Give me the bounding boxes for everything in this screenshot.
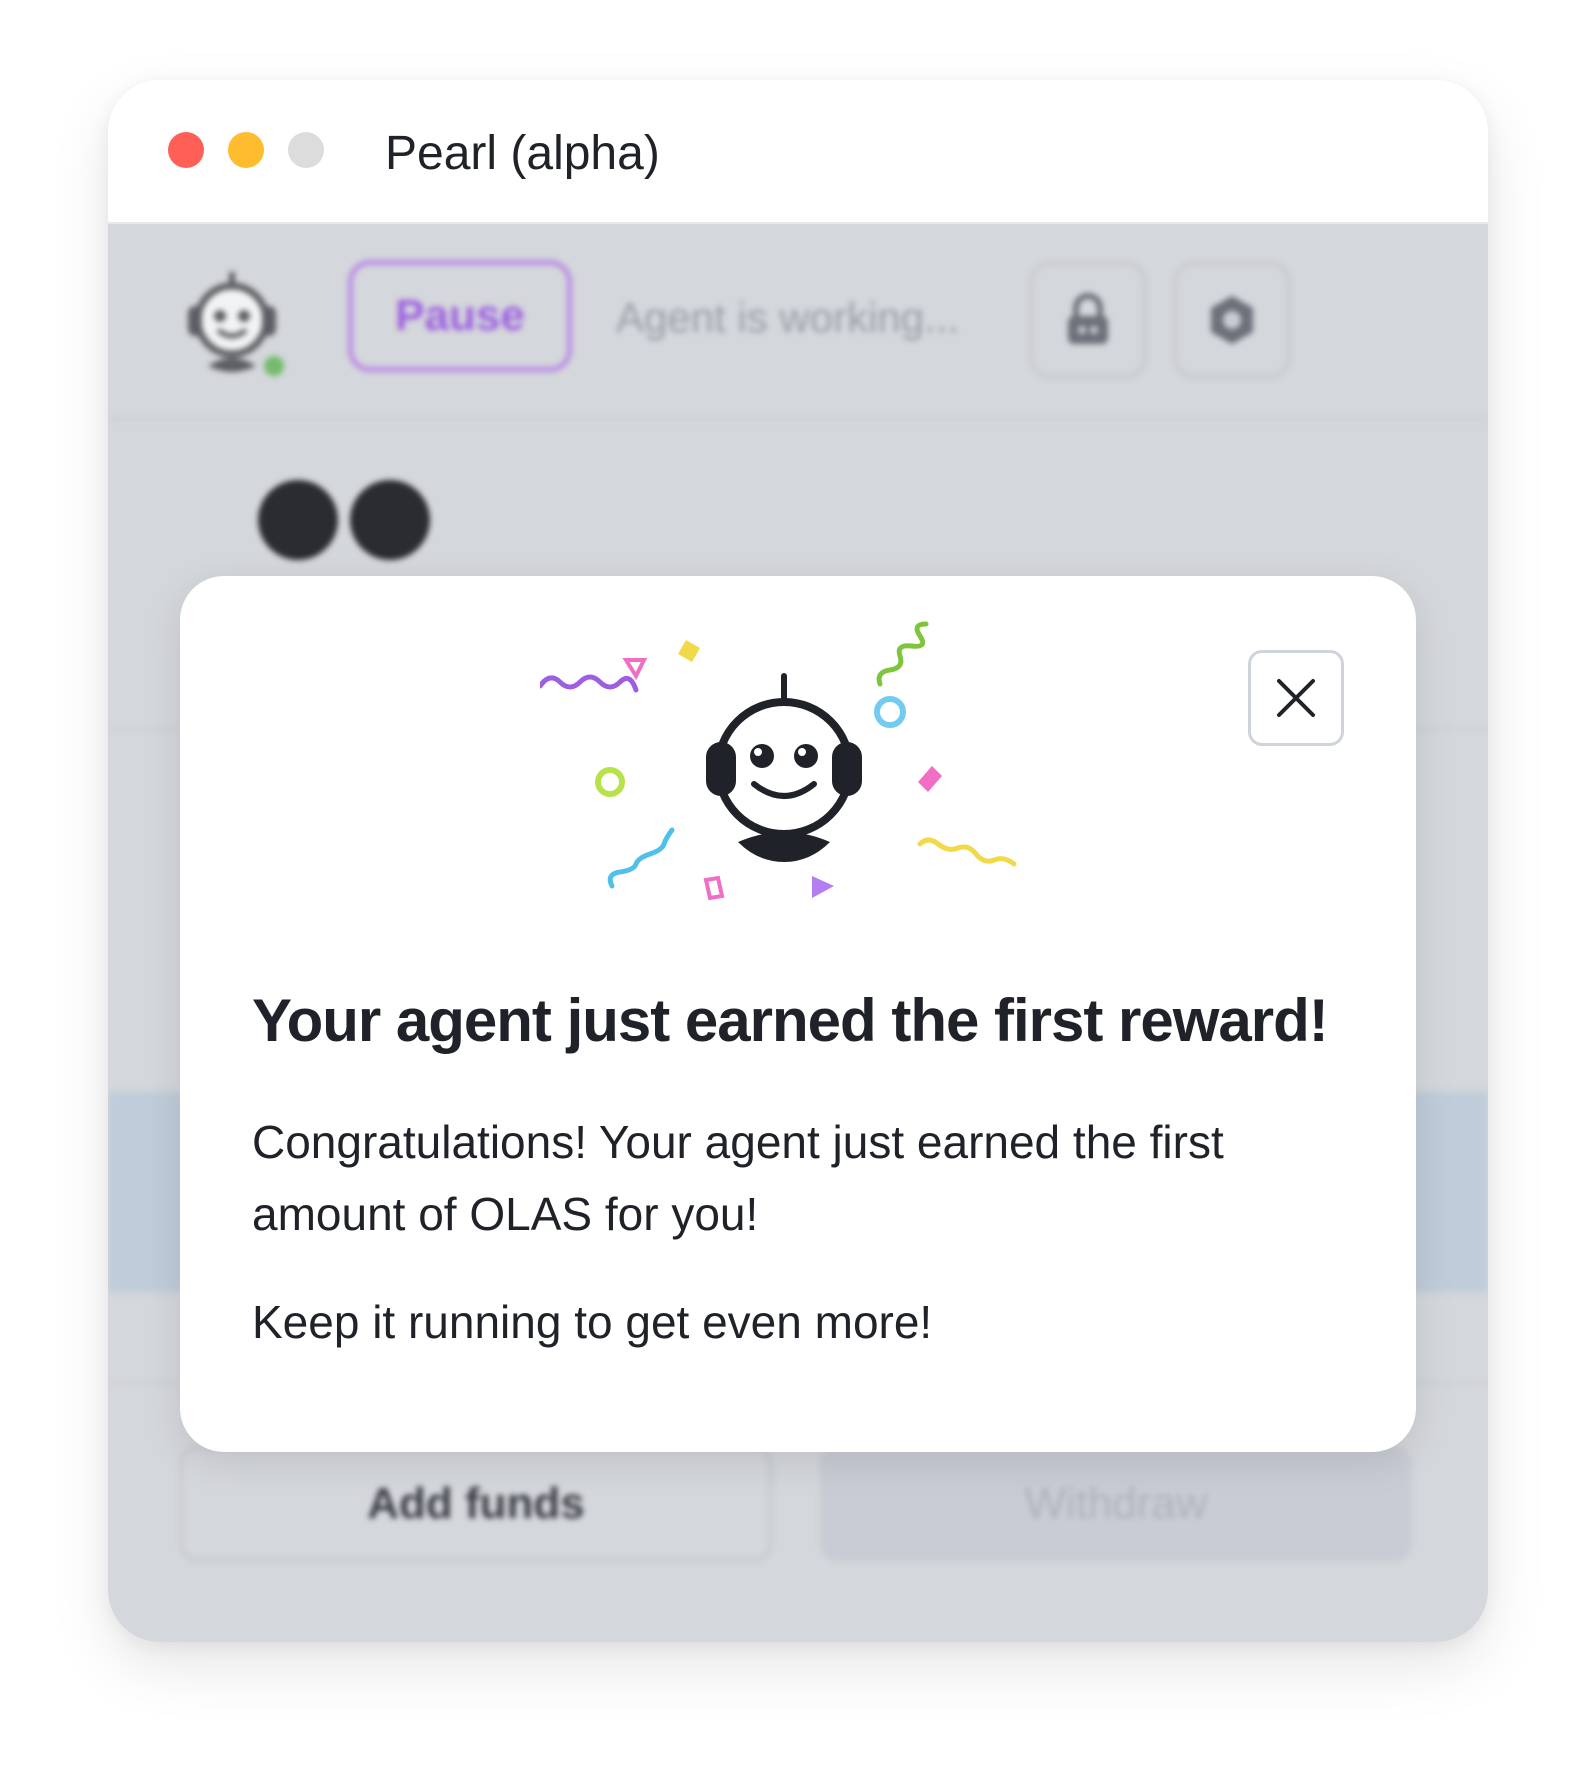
lock-icon (1068, 293, 1108, 344)
withdraw-button[interactable]: Withdraw (820, 1446, 1412, 1562)
settings-icon (1211, 296, 1253, 344)
settings-button[interactable] (1174, 262, 1290, 378)
divider (108, 418, 1488, 420)
minimize-window-button[interactable] (228, 132, 264, 168)
close-modal-button[interactable] (1248, 650, 1344, 746)
title-bar: Pearl (alpha) (108, 80, 1488, 224)
modal-heading: Your agent just earned the first reward! (252, 987, 1329, 1054)
robot-avatar-icon (188, 272, 284, 376)
app-window: Pearl (alpha) Pause Agent is working... (108, 80, 1488, 1642)
token-icon (350, 480, 430, 560)
pause-button[interactable]: Pause (348, 260, 572, 372)
add-funds-button[interactable]: Add funds (180, 1446, 772, 1562)
lock-button[interactable] (1030, 262, 1146, 378)
app-content: Pause Agent is working... Add funds With… (108, 224, 1488, 1642)
modal-paragraph-keep-running: Keep it running to get even more! (252, 1296, 933, 1348)
maximize-window-button[interactable] (288, 132, 324, 168)
agent-status-text: Agent is working... (616, 294, 960, 341)
token-icon (258, 480, 338, 560)
window-title: Pearl (alpha) (385, 127, 660, 180)
reward-modal: Your agent just earned the first reward!… (180, 576, 1416, 1452)
close-icon (1277, 679, 1315, 717)
close-window-button[interactable] (168, 132, 204, 168)
modal-paragraph-congratulations: Congratulations! Your agent just earned … (252, 1116, 1224, 1240)
celebrating-robot-icon (540, 621, 1017, 901)
